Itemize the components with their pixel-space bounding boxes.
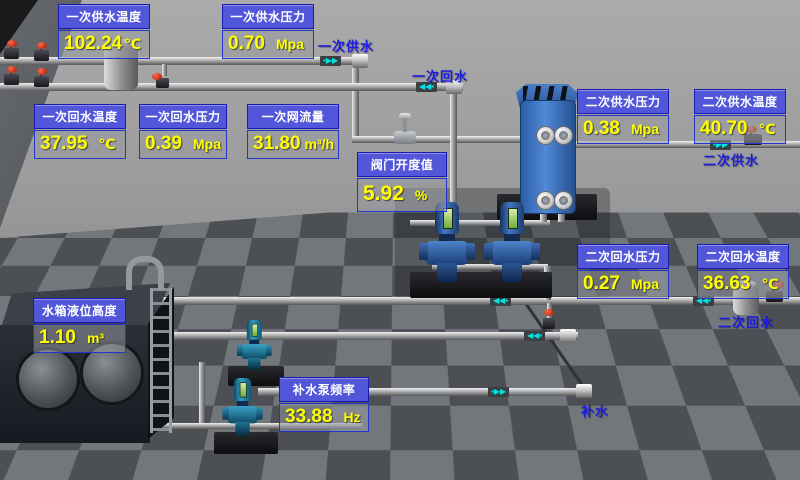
gauge-primary-network-flow: 一次网流量 31.80m³/h [247,104,339,159]
pipe-label-primary-supply: 一次供水 [318,36,374,55]
gauge-unit: Mpa [276,33,304,55]
gauge-label: 二次回水压力 [577,244,669,269]
gauge-unit: ℃ [124,33,141,55]
tank-ladder [150,288,172,433]
gauge-unit: Mpa [193,133,221,155]
pipe-primary-return [0,83,463,91]
pipe-label-makeup-water: 补水 [581,401,609,420]
makeup-pump-1 [240,320,269,370]
gauge-value: 36.63 [703,273,751,295]
control-valve-icon [394,131,416,144]
gauge-value: 0.27 [583,273,620,295]
pipe-flange [352,54,368,68]
gauge-value-box: 1.10 m³ [33,324,126,353]
secondary-circulation-pump-2 [489,202,535,282]
gauge-value: 102.24 [64,33,122,55]
gauge-unit: Mpa [631,118,659,140]
gauge-unit: m³ [87,327,104,349]
makeup-pump-2 [226,378,259,436]
gauge-label: 一次回水压力 [139,104,227,129]
secondary-circulation-pump-1 [424,202,470,282]
tank-inlet-gooseneck [126,256,164,290]
gauge-secondary-supply-temp: 二次供水温度 40.70 ℃ [694,89,786,144]
gauge-value-box: 33.88 Hz [279,403,369,432]
gauge-unit: Mpa [631,273,659,295]
pipe-flange [576,384,592,398]
shutoff-valve-icon [34,50,49,61]
gauge-value-box: 0.70 Mpa [222,30,314,59]
pipe-flange [560,329,576,343]
gauge-unit: % [415,183,427,208]
hmi-heating-station-screen: ▪▶▶ ◀◀▪ ▪▶▶ ◀◀▪ ◀◀▪ ◀◀▪ ▪▶▶ [0,0,800,480]
gauge-label: 阀门开度值 [357,152,447,177]
hx-port [536,191,555,210]
gauge-value-box: 0.38 Mpa [577,115,669,144]
gauge-value: 0.38 [583,118,620,140]
drain-valve-icon [543,318,555,329]
gauge-value-box: 102.24℃ [58,30,150,59]
gauge-value-box: 40.70 ℃ [694,115,786,144]
gauge-tank-level: 水箱液位高度 1.10 m³ [33,298,126,353]
gauge-label: 二次回水温度 [697,244,789,269]
gauge-unit: m³/h [305,133,335,155]
gauge-value: 33.88 [285,406,333,428]
gauge-value: 5.92 [363,181,404,206]
loop-pipe-left [199,362,205,428]
hx-port [554,191,573,210]
gauge-unit: ℃ [99,133,116,155]
flow-right-icon: ▪▶▶ [320,56,341,66]
gauge-value: 40.70 [700,118,748,140]
flow-left-icon: ◀◀▪ [524,331,545,341]
gauge-primary-return-temp: 一次回水温度 37.95 ℃ [34,104,126,159]
gauge-value-box: 0.39 Mpa [139,130,227,159]
shutoff-valve-icon [34,76,49,87]
gauge-value: 0.70 [228,33,265,55]
gauge-secondary-return-pressure: 二次回水压力 0.27 Mpa [577,244,669,299]
gauge-label: 一次供水压力 [222,4,314,29]
gauge-value-box: 31.80m³/h [247,130,339,159]
pipe-label-secondary-supply: 二次供水 [703,150,759,169]
gauge-value-box: 36.63 ℃ [697,270,789,299]
hx-port [554,126,573,145]
flow-right-icon: ▪▶▶ [488,387,509,397]
gauge-value: 37.95 [40,133,88,155]
pipe-tank-outlet [148,332,578,340]
shutoff-valve-icon [4,74,19,85]
gauge-label: 一次回水温度 [34,104,126,129]
gauge-unit: ℃ [759,118,776,140]
gauge-value-box: 5.92% [357,178,447,212]
small-valve-icon [156,78,169,88]
pipe-label-primary-return: 一次回水 [412,66,468,85]
gauge-label: 补水泵频率 [279,377,369,402]
gauge-unit: Hz [344,406,361,428]
gauge-value-box: 0.27 Mpa [577,270,669,299]
gauge-primary-supply-pressure: 一次供水压力 0.70 Mpa [222,4,314,59]
gauge-primary-return-pressure: 一次回水压力 0.39 Mpa [139,104,227,159]
gauge-value: 1.10 [39,327,76,349]
gauge-value-box: 37.95 ℃ [34,130,126,159]
gauge-makeup-pump-frequency: 补水泵频率 33.88 Hz [279,377,369,432]
pipe-label-secondary-return: 二次回水 [718,312,774,331]
gauge-label: 一次网流量 [247,104,339,129]
gauge-primary-supply-temp: 一次供水温度 102.24℃ [58,4,150,59]
gauge-secondary-supply-pressure: 二次供水压力 0.38 Mpa [577,89,669,144]
gauge-label: 二次供水温度 [694,89,786,114]
gauge-value: 0.39 [145,133,182,155]
gauge-label: 水箱液位高度 [33,298,126,323]
plate-heat-exchanger [516,84,578,216]
gauge-label: 一次供水温度 [58,4,150,29]
gauge-valve-opening: 阀门开度值 5.92% [357,152,447,212]
gauge-unit: ℃ [762,273,779,295]
sensor-stub [162,64,167,76]
tank-hatch [16,347,80,411]
gauge-value: 31.80 [253,133,301,155]
hx-port [536,126,555,145]
gauge-label: 二次供水压力 [577,89,669,114]
pipe-primary-supply-drop [352,62,359,140]
gauge-secondary-return-temp: 二次回水温度 36.63 ℃ [697,244,789,299]
shutoff-valve-icon [4,48,19,59]
